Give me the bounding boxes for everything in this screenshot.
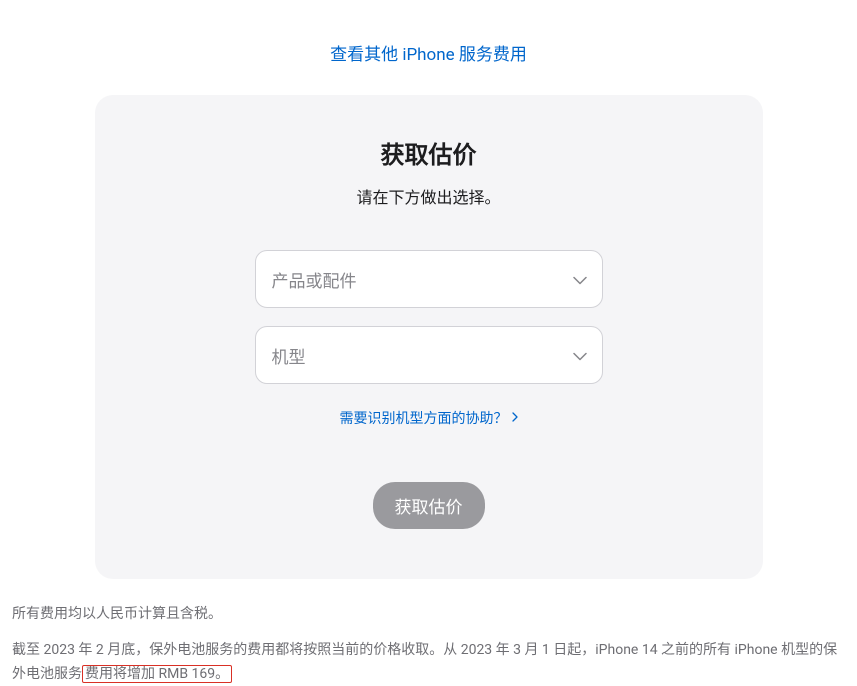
card-subtitle: 请在下方做出选择。 (135, 184, 723, 208)
footer-highlight: 费用将增加 RMB 169。 (82, 665, 232, 683)
help-link-text: 需要识别机型方面的协助？ (340, 408, 508, 428)
product-select[interactable]: 产品或配件 (255, 250, 603, 308)
estimate-card: 获取估价 请在下方做出选择。 产品或配件 机型 需要识别机型方面的协助？ 获取估… (95, 95, 763, 579)
chevron-right-icon (512, 410, 518, 426)
view-other-fees-link[interactable]: 查看其他 iPhone 服务费用 (330, 45, 527, 65)
footer-note-1: 所有费用均以人民币计算且含税。 (12, 603, 845, 627)
card-title: 获取估价 (135, 135, 723, 170)
top-link-container: 查看其他 iPhone 服务费用 (0, 0, 857, 95)
identify-model-help-link[interactable]: 需要识别机型方面的协助？ (340, 408, 518, 428)
model-select-wrapper: 机型 (255, 326, 603, 384)
product-select-wrapper: 产品或配件 (255, 250, 603, 308)
get-estimate-button[interactable]: 获取估价 (373, 482, 485, 529)
footer-note-2: 截至 2023 年 2 月底，保外电池服务的费用都将按照当前的价格收取。从 20… (12, 639, 845, 686)
footer-notes: 所有费用均以人民币计算且含税。 截至 2023 年 2 月底，保外电池服务的费用… (0, 579, 857, 686)
model-select[interactable]: 机型 (255, 326, 603, 384)
